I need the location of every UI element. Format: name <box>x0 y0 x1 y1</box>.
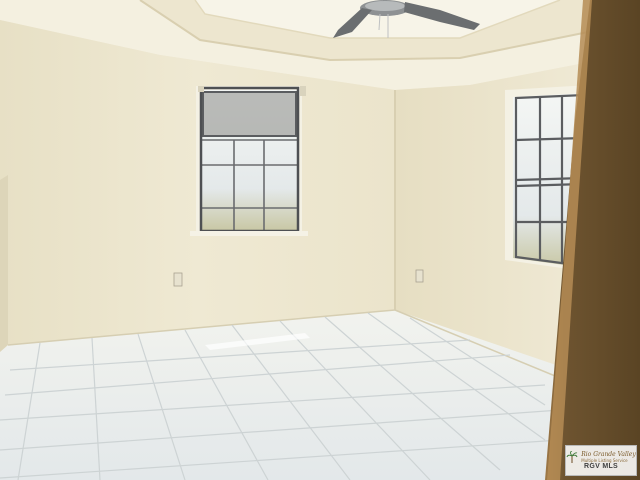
mls-brand-text: Rio Grande Valley <box>581 450 636 458</box>
mls-logo: Rio Grande Valley Multiple Listing Servi… <box>566 450 636 463</box>
wall-outlet <box>173 272 183 287</box>
mls-label: RGV MLS <box>584 462 618 470</box>
palm-tree-icon <box>566 450 578 463</box>
room-illustration <box>0 0 640 480</box>
room-photo: Rio Grande Valley Multiple Listing Servi… <box>0 0 640 480</box>
wall-outlet <box>415 269 424 283</box>
back-window <box>190 86 308 236</box>
mls-watermark: Rio Grande Valley Multiple Listing Servi… <box>565 445 637 476</box>
